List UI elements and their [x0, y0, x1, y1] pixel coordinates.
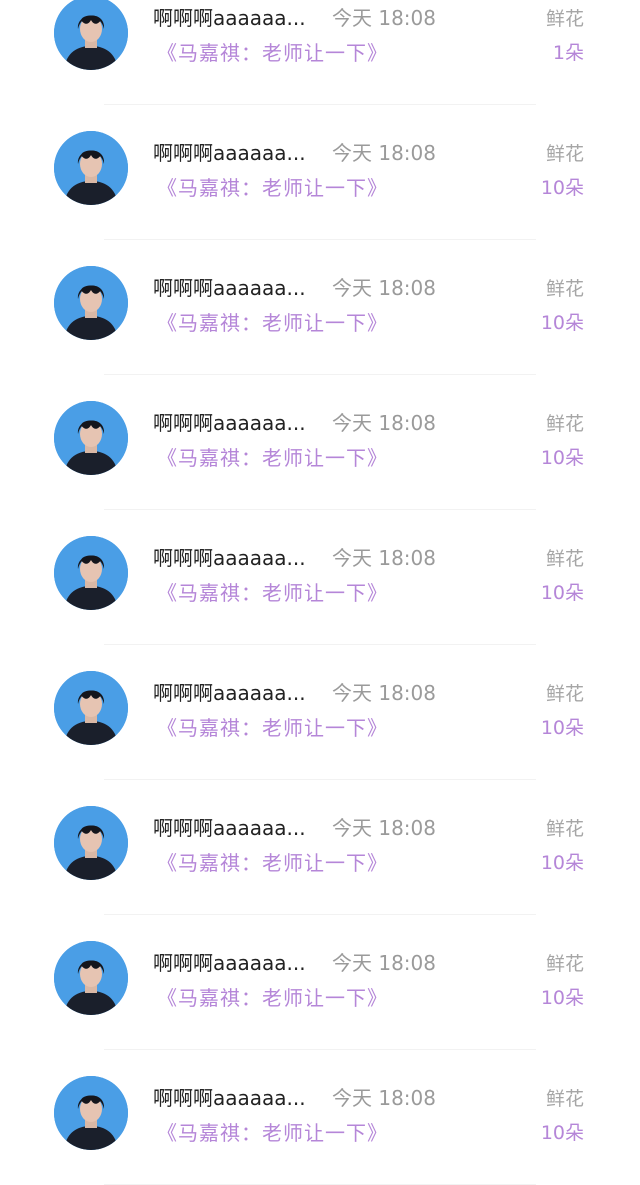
- list-item[interactable]: 啊啊啊aaaaaa... 今天 18:08 《马嘉祺：老师让一下》 鲜花 10朵: [0, 645, 640, 780]
- book-title-link[interactable]: 《马嘉祺：老师让一下》: [157, 442, 388, 471]
- gift-count: 10朵: [540, 582, 584, 604]
- book-title-link[interactable]: 《马嘉祺：老师让一下》: [157, 577, 388, 606]
- list-item[interactable]: 啊啊啊aaaaaa... 今天 18:08 《马嘉祺：老师让一下》 鲜花 10朵: [0, 510, 640, 645]
- timestamp: 今天 18:08: [332, 411, 436, 435]
- avatar-portrait-icon: [54, 401, 128, 475]
- gift-type-label: 鲜花: [545, 818, 584, 840]
- avatar-portrait-icon: [54, 1076, 128, 1150]
- user-avatar[interactable]: [54, 401, 128, 475]
- timestamp: 今天 18:08: [332, 1086, 436, 1110]
- avatar-portrait-icon: [54, 536, 128, 610]
- list-item[interactable]: 啊啊啊aaaaaa... 今天 18:08 《马嘉祺：老师让一下》 鲜花 1朵: [0, 0, 640, 105]
- timestamp: 今天 18:08: [332, 816, 436, 840]
- gift-type-label: 鲜花: [545, 143, 584, 165]
- gift-count: 10朵: [540, 852, 584, 874]
- list-item[interactable]: 啊啊啊aaaaaa... 今天 18:08 《马嘉祺：老师让一下》 鲜花 10朵: [0, 780, 640, 915]
- avatar-portrait-icon: [54, 941, 128, 1015]
- gift-count: 1朵: [552, 42, 584, 64]
- avatar-portrait-icon: [54, 806, 128, 880]
- timestamp: 今天 18:08: [332, 6, 436, 30]
- gift-count: 10朵: [540, 987, 584, 1009]
- user-avatar[interactable]: [54, 806, 128, 880]
- gift-type-label: 鲜花: [545, 683, 584, 705]
- timestamp: 今天 18:08: [332, 141, 436, 165]
- username[interactable]: 啊啊啊aaaaaa...: [153, 1082, 306, 1111]
- username[interactable]: 啊啊啊aaaaaa...: [153, 272, 306, 301]
- user-avatar[interactable]: [54, 1076, 128, 1150]
- book-title-link[interactable]: 《马嘉祺：老师让一下》: [157, 172, 388, 201]
- gift-count: 10朵: [540, 717, 584, 739]
- username[interactable]: 啊啊啊aaaaaa...: [153, 2, 306, 31]
- gift-count: 10朵: [540, 177, 584, 199]
- timestamp: 今天 18:08: [332, 681, 436, 705]
- gift-type-label: 鲜花: [545, 278, 584, 300]
- book-title-link[interactable]: 《马嘉祺：老师让一下》: [157, 37, 388, 66]
- username[interactable]: 啊啊啊aaaaaa...: [153, 947, 306, 976]
- book-title-link[interactable]: 《马嘉祺：老师让一下》: [157, 847, 388, 876]
- gift-count: 10朵: [540, 1122, 584, 1144]
- list-item[interactable]: 啊啊啊aaaaaa... 今天 18:08 《马嘉祺：老师让一下》 鲜花 10朵: [0, 240, 640, 375]
- gift-record-list: 啊啊啊aaaaaa... 今天 18:08 《马嘉祺：老师让一下》 鲜花 1朵 …: [0, 0, 640, 1185]
- gift-count: 10朵: [540, 312, 584, 334]
- user-avatar[interactable]: [54, 941, 128, 1015]
- gift-type-label: 鲜花: [545, 953, 584, 975]
- book-title-link[interactable]: 《马嘉祺：老师让一下》: [157, 712, 388, 741]
- username[interactable]: 啊啊啊aaaaaa...: [153, 542, 306, 571]
- avatar-portrait-icon: [54, 266, 128, 340]
- list-item[interactable]: 啊啊啊aaaaaa... 今天 18:08 《马嘉祺：老师让一下》 鲜花 10朵: [0, 915, 640, 1050]
- user-avatar[interactable]: [54, 131, 128, 205]
- gift-type-label: 鲜花: [545, 1088, 584, 1110]
- user-avatar[interactable]: [54, 266, 128, 340]
- gift-type-label: 鲜花: [545, 8, 584, 30]
- username[interactable]: 啊啊啊aaaaaa...: [153, 812, 306, 841]
- user-avatar[interactable]: [54, 0, 128, 70]
- gift-count: 10朵: [540, 447, 584, 469]
- username[interactable]: 啊啊啊aaaaaa...: [153, 137, 306, 166]
- gift-type-label: 鲜花: [545, 413, 584, 435]
- list-item[interactable]: 啊啊啊aaaaaa... 今天 18:08 《马嘉祺：老师让一下》 鲜花 10朵: [0, 105, 640, 240]
- avatar-portrait-icon: [54, 0, 128, 70]
- avatar-portrait-icon: [54, 671, 128, 745]
- timestamp: 今天 18:08: [332, 546, 436, 570]
- book-title-link[interactable]: 《马嘉祺：老师让一下》: [157, 982, 388, 1011]
- avatar-portrait-icon: [54, 131, 128, 205]
- gift-type-label: 鲜花: [545, 548, 584, 570]
- book-title-link[interactable]: 《马嘉祺：老师让一下》: [157, 307, 388, 336]
- list-item[interactable]: 啊啊啊aaaaaa... 今天 18:08 《马嘉祺：老师让一下》 鲜花 10朵: [0, 1050, 640, 1185]
- user-avatar[interactable]: [54, 671, 128, 745]
- timestamp: 今天 18:08: [332, 951, 436, 975]
- username[interactable]: 啊啊啊aaaaaa...: [153, 407, 306, 436]
- book-title-link[interactable]: 《马嘉祺：老师让一下》: [157, 1117, 388, 1146]
- user-avatar[interactable]: [54, 536, 128, 610]
- username[interactable]: 啊啊啊aaaaaa...: [153, 677, 306, 706]
- timestamp: 今天 18:08: [332, 276, 436, 300]
- list-item[interactable]: 啊啊啊aaaaaa... 今天 18:08 《马嘉祺：老师让一下》 鲜花 10朵: [0, 375, 640, 510]
